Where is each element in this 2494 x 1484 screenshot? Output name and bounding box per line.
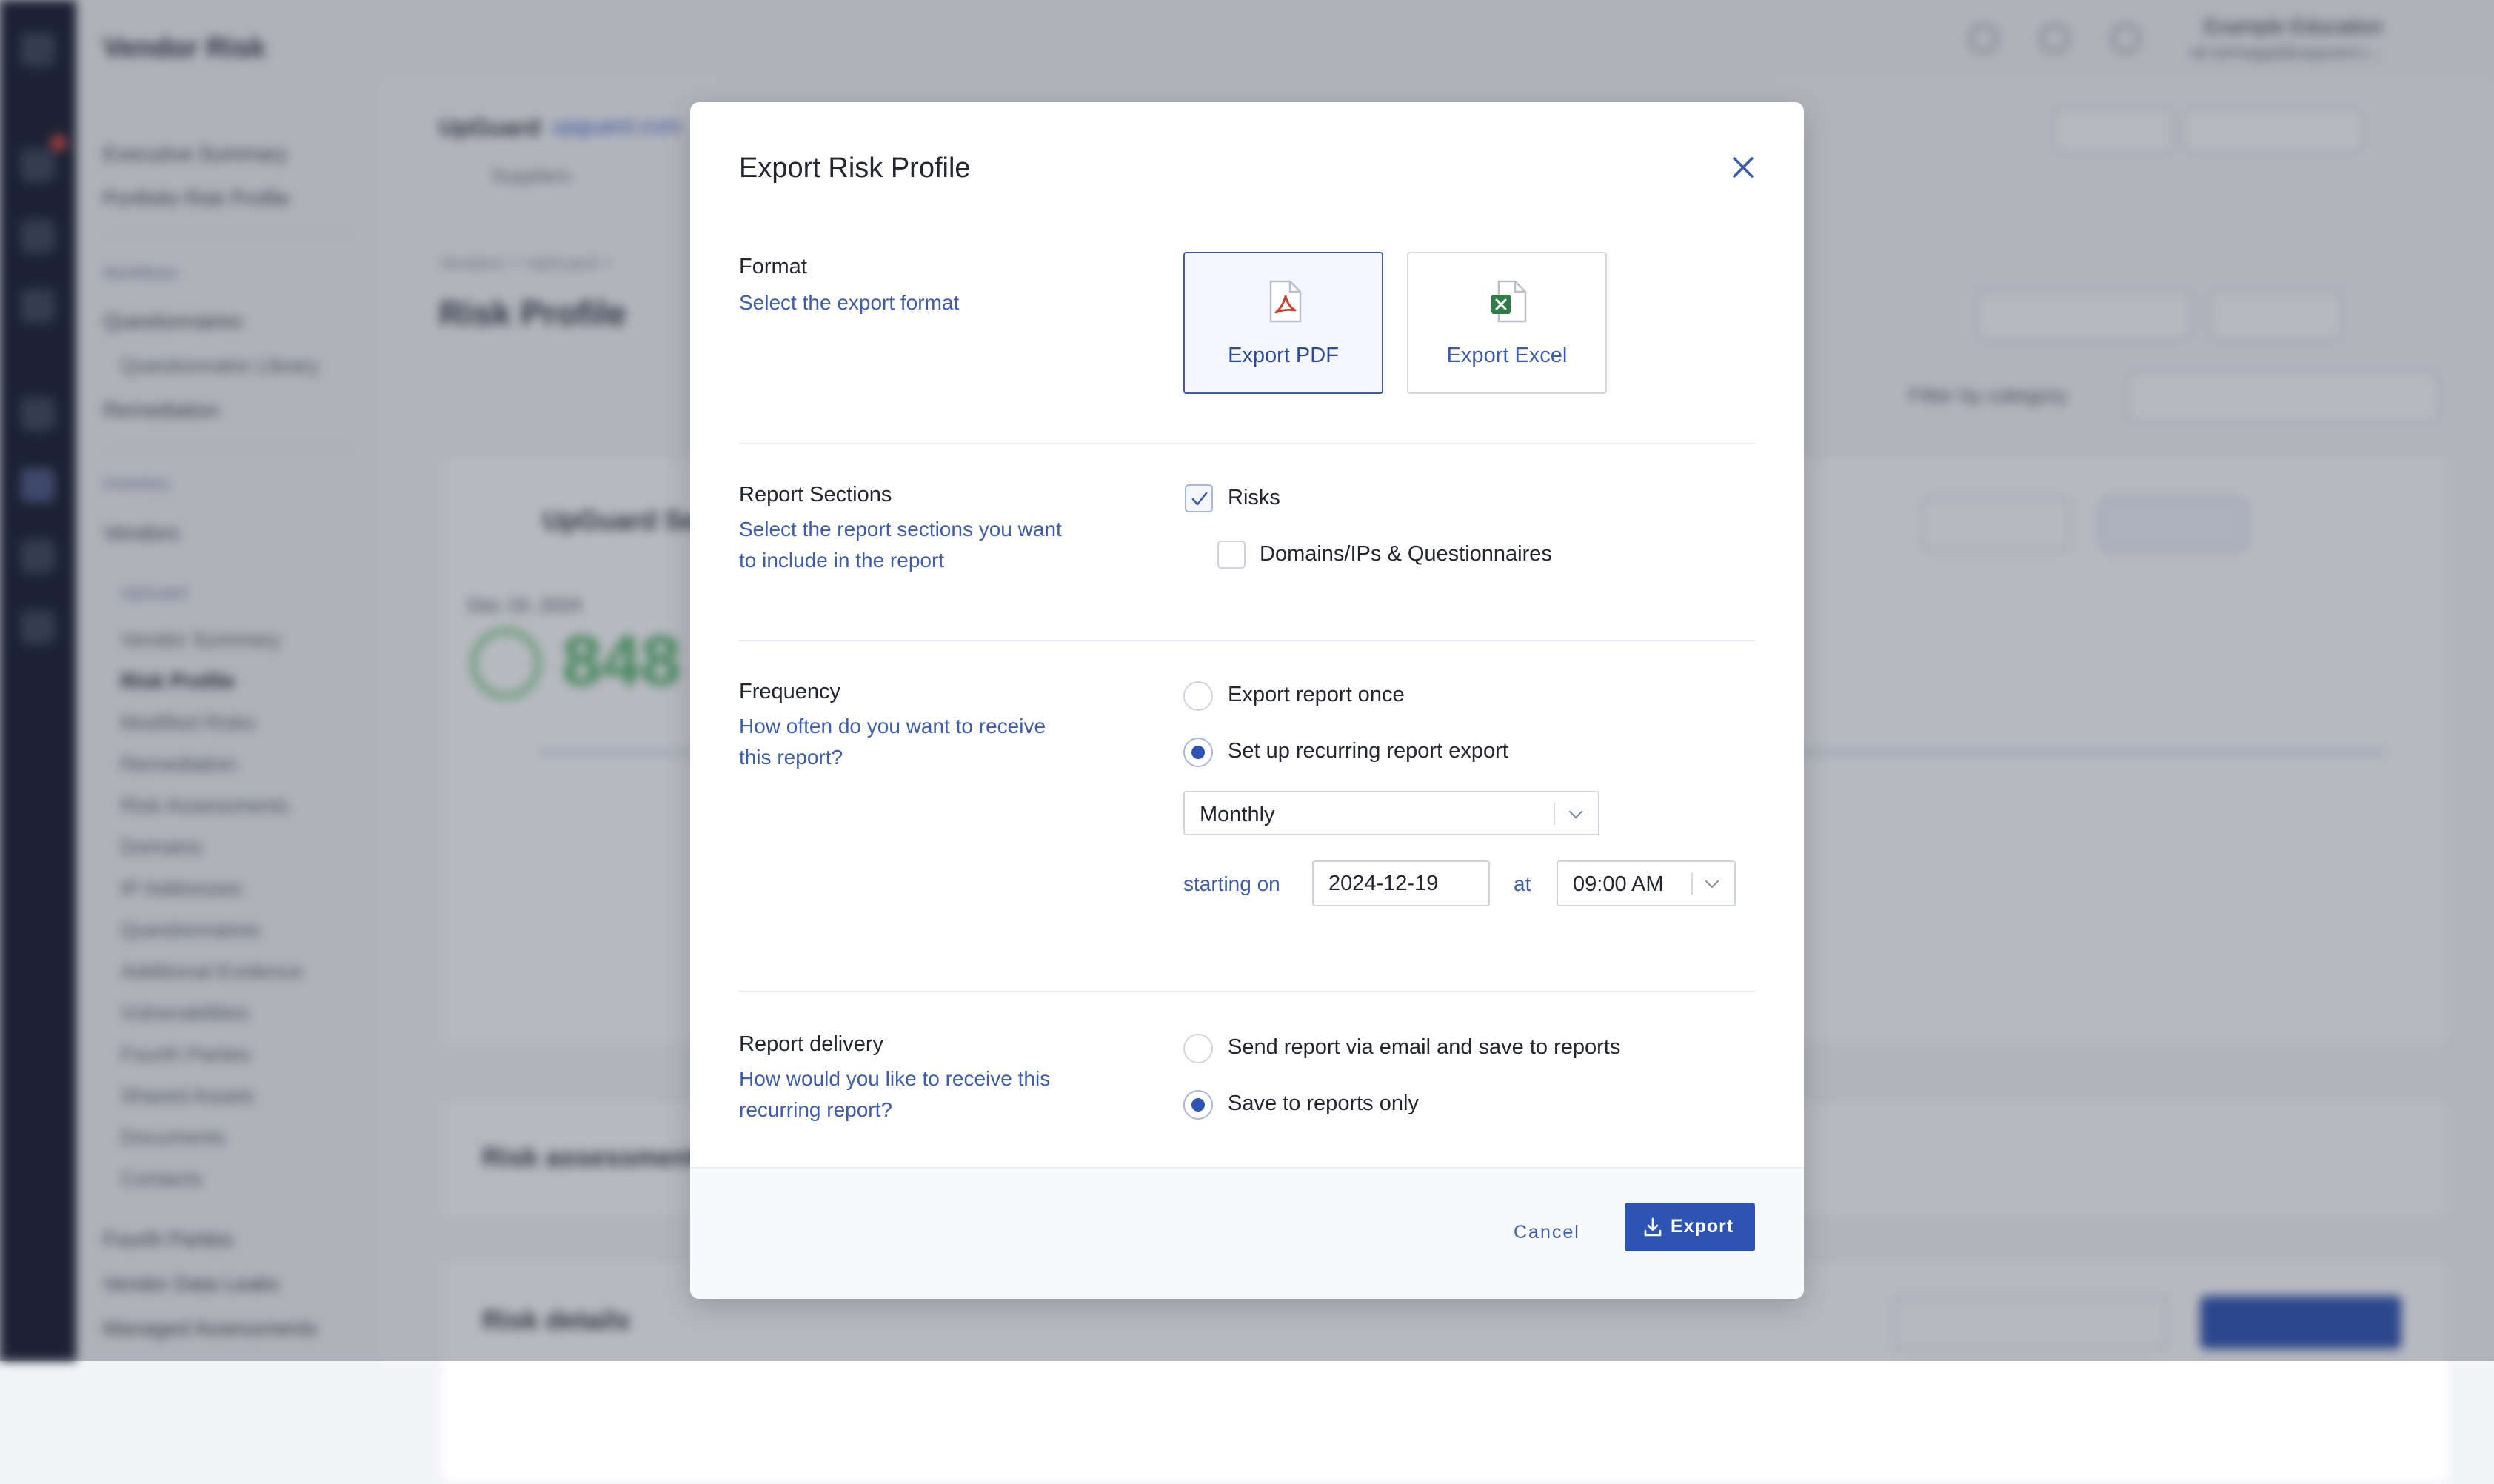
section-divider: [739, 991, 1755, 992]
frequency-label: Frequency: [739, 680, 841, 703]
domains-ips-questionnaires-label[interactable]: Domains/IPs & Questionnaires: [1260, 542, 1552, 566]
domains-ips-questionnaires-checkbox[interactable]: [1217, 541, 1246, 569]
pdf-file-icon: [1269, 280, 1302, 323]
export-once-label[interactable]: Export report once: [1228, 683, 1405, 707]
frequency-interval-select[interactable]: Monthly: [1183, 791, 1599, 835]
export-submit-button[interactable]: Export: [1625, 1203, 1755, 1251]
format-label: Format: [739, 255, 807, 278]
chevron-down-icon: [1705, 880, 1719, 889]
select-divider: [1554, 803, 1555, 825]
report-sections-label: Report Sections: [739, 483, 892, 507]
frequency-desc: How often do you want to receive this re…: [739, 715, 1046, 769]
excel-file-icon: [1491, 280, 1527, 323]
chevron-down-icon: [1568, 810, 1583, 819]
risks-checkbox[interactable]: [1185, 484, 1213, 512]
export-excel-label: Export Excel: [1446, 344, 1568, 367]
starting-on-label: starting on: [1183, 872, 1280, 895]
time-select[interactable]: 09:00 AM: [1557, 860, 1736, 906]
check-icon: [1191, 492, 1208, 506]
format-desc: Select the export format: [739, 291, 960, 314]
recurring-export-label[interactable]: Set up recurring report export: [1228, 739, 1508, 763]
email-and-save-radio[interactable]: [1183, 1034, 1213, 1063]
cancel-button[interactable]: Cancel: [1514, 1222, 1580, 1243]
download-icon: [1644, 1217, 1662, 1237]
dialog-footer: Cancel Export: [690, 1167, 1804, 1299]
export-risk-profile-dialog: Export Risk Profile Format Select the ex…: [690, 102, 1804, 1299]
email-and-save-label[interactable]: Send report via email and save to report…: [1228, 1035, 1620, 1060]
report-sections-desc: Select the report sections you want to i…: [739, 518, 1062, 572]
close-button[interactable]: [1727, 151, 1759, 184]
dialog-title: Export Risk Profile: [739, 153, 971, 184]
recurring-export-radio[interactable]: [1183, 738, 1213, 767]
frequency-interval-value: Monthly: [1200, 803, 1275, 826]
section-divider: [739, 640, 1755, 641]
export-submit-label: Export: [1671, 1216, 1734, 1237]
export-excel-option[interactable]: Export Excel: [1407, 252, 1607, 394]
section-divider: [739, 443, 1755, 444]
export-pdf-label: Export PDF: [1228, 344, 1339, 367]
start-date-input[interactable]: [1312, 860, 1490, 906]
export-pdf-option[interactable]: Export PDF: [1183, 252, 1383, 394]
report-delivery-desc: How would you like to receive this recur…: [739, 1067, 1051, 1121]
report-delivery-label: Report delivery: [739, 1032, 884, 1056]
save-only-radio[interactable]: [1183, 1090, 1213, 1120]
risks-checkbox-label[interactable]: Risks: [1228, 486, 1280, 510]
at-label: at: [1514, 872, 1531, 895]
close-icon: [1733, 157, 1754, 178]
select-divider: [1691, 872, 1693, 895]
save-only-label[interactable]: Save to reports only: [1228, 1092, 1419, 1116]
time-value: 09:00 AM: [1573, 872, 1664, 896]
export-once-radio[interactable]: [1183, 681, 1213, 711]
